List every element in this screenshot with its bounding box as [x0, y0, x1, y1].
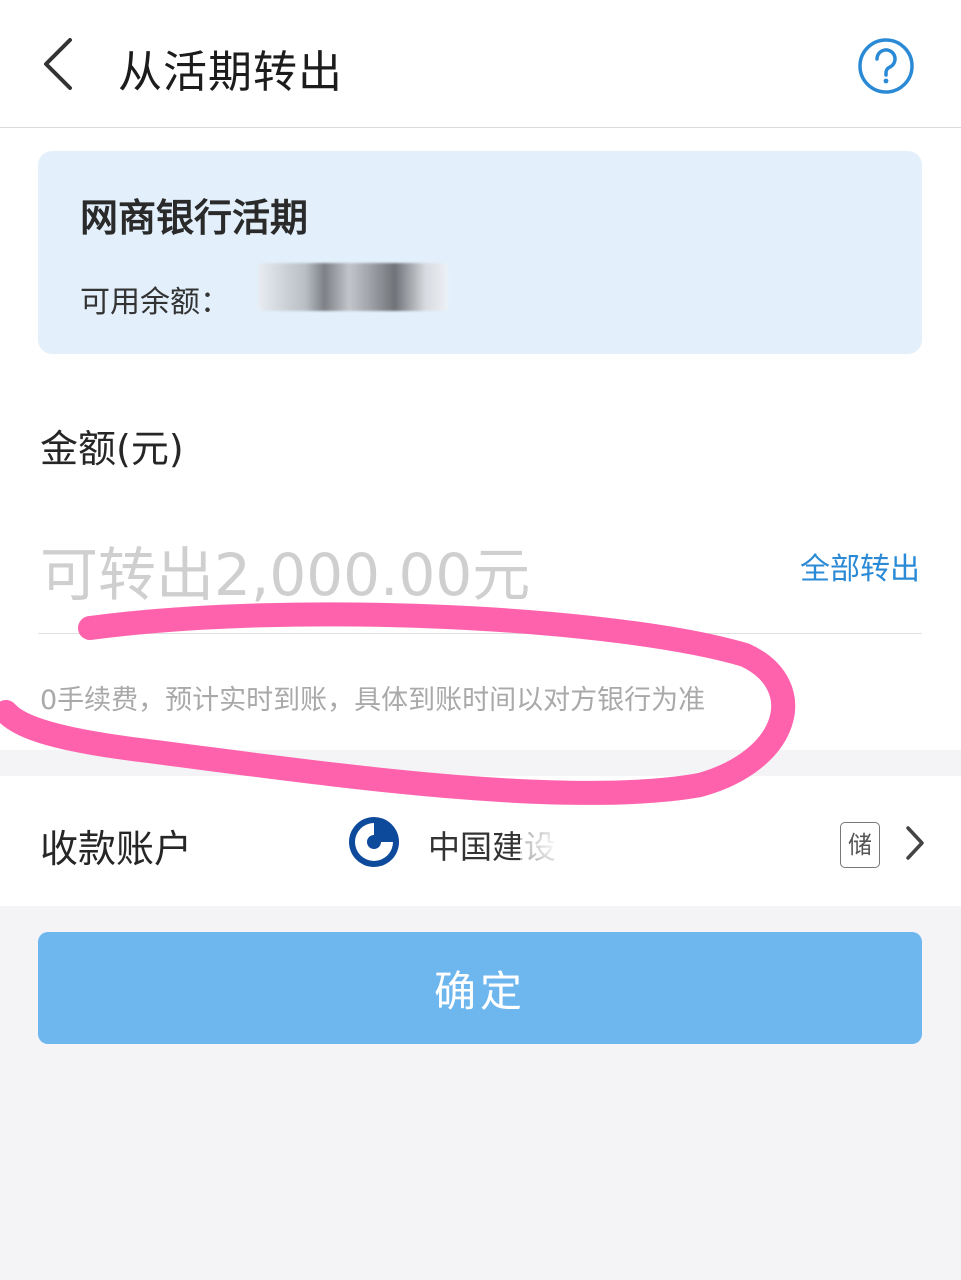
- top-bar: 从活期转出: [0, 0, 961, 128]
- account-number-redaction: [520, 802, 850, 888]
- confirm-button[interactable]: 确定: [38, 932, 922, 1044]
- chevron-right-icon: [906, 826, 924, 860]
- receiving-account-row[interactable]: 收款账户 中国建设 储: [0, 776, 961, 906]
- amount-input[interactable]: [40, 530, 760, 620]
- page-title: 从活期转出: [118, 47, 343, 98]
- source-account-name: 网商银行活期: [80, 196, 309, 240]
- source-account-card: 网商银行活期 可用余额：: [38, 151, 922, 354]
- transfer-all-link[interactable]: 全部转出: [800, 544, 920, 588]
- fee-note: 0手续费，预计实时到账，具体到账时间以对方银行为准: [40, 685, 706, 716]
- available-balance-label: 可用余额：: [80, 285, 230, 320]
- balance-redaction: [258, 263, 448, 311]
- amount-label: 金额(元): [40, 427, 184, 471]
- amount-divider: [38, 633, 922, 634]
- debit-card-badge: 储: [840, 822, 880, 868]
- receiving-account-label: 收款账户: [40, 827, 193, 871]
- bank-logo-icon: [349, 817, 399, 867]
- back-icon[interactable]: [36, 34, 86, 94]
- help-icon[interactable]: [856, 36, 916, 96]
